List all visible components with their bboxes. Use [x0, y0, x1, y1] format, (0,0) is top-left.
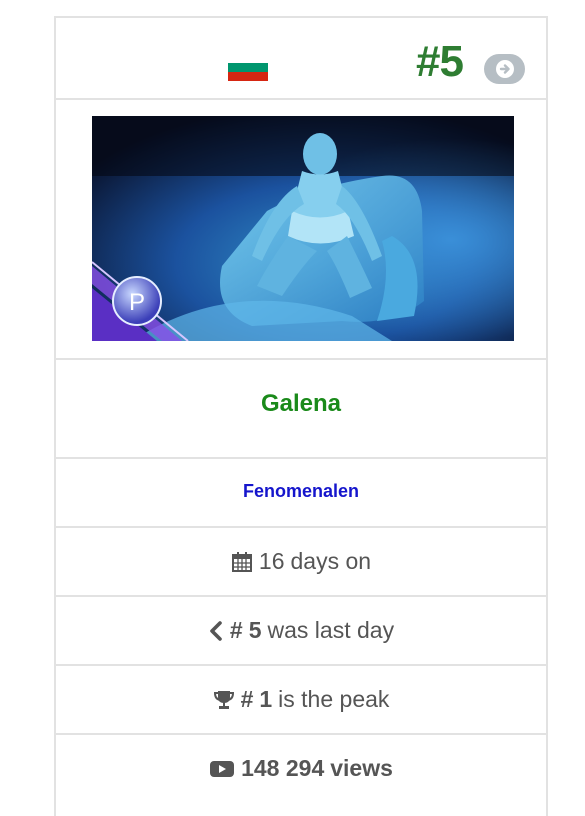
- video-thumbnail[interactable]: P: [92, 116, 514, 341]
- song-title[interactable]: Fenomenalen: [56, 481, 546, 502]
- last-day-stat: # 5 was last day: [56, 617, 546, 644]
- peak-hash: #: [240, 686, 254, 712]
- views-label: views: [330, 755, 393, 781]
- last-day-row: # 5 was last day: [56, 597, 546, 666]
- peak-label: is the peak: [278, 686, 390, 712]
- last-day-label: was last day: [267, 617, 395, 643]
- song-row: Fenomenalen: [56, 459, 546, 528]
- artist-name[interactable]: Galena: [56, 390, 546, 418]
- views-value: 148 294: [241, 755, 325, 781]
- days-value: 16: [258, 548, 285, 574]
- days-on-row: 16 days on: [56, 528, 546, 597]
- days-on-stat: 16 days on: [56, 548, 546, 575]
- thumbnail-row: P: [56, 100, 546, 360]
- calendar-icon: [231, 551, 252, 572]
- peak-stat: # 1 is the peak: [56, 686, 546, 713]
- views-row: 148 294 views: [56, 735, 546, 805]
- rank-number: #5: [416, 37, 464, 86]
- days-label: days on: [290, 548, 372, 574]
- bulgaria-flag-icon: [228, 54, 268, 81]
- youtube-play-icon: [210, 760, 235, 777]
- peak-row: # 1 is the peak: [56, 666, 546, 735]
- chart-entry-card: #5 P Galena Fenomenalen 16 days on # 5 w…: [54, 16, 548, 816]
- last-day-value: 5: [248, 617, 262, 643]
- next-entry-button[interactable]: [484, 54, 525, 84]
- arrow-circle-right-icon: [495, 60, 514, 78]
- views-stat: 148 294 views: [56, 755, 546, 782]
- chevron-left-icon: [210, 620, 222, 641]
- peak-value: 1: [259, 686, 273, 712]
- trophy-icon: [213, 690, 234, 709]
- entry-header: #5: [56, 18, 546, 100]
- thumbnail-badge-text: P: [129, 289, 145, 316]
- last-day-hash: #: [229, 617, 243, 643]
- artist-row: Galena: [56, 360, 546, 459]
